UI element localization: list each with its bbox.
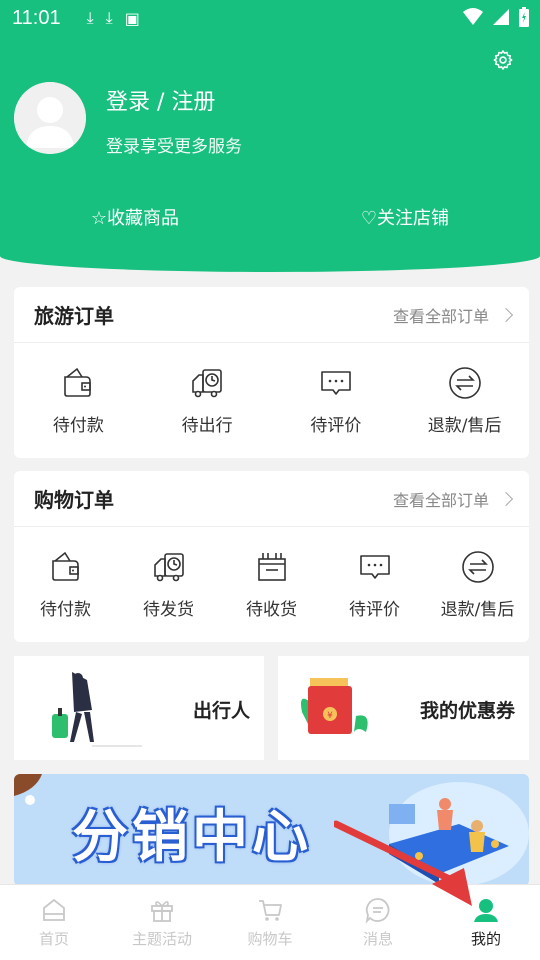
login-register-link[interactable]: 登录 / 注册 (106, 84, 215, 116)
download-icon: ⤓ (86, 8, 94, 27)
nav-home[interactable]: 首页 (0, 885, 108, 960)
nav-label: 主题活动 (131, 930, 192, 948)
order-label: 待评价 (349, 599, 400, 620)
nav-label: 我的 (470, 930, 501, 948)
travel-orders-title: 旅游订单 (34, 304, 114, 328)
battery-icon (519, 7, 529, 27)
banner-title: 分销中心 (72, 805, 312, 870)
status-time: 11:01 (12, 6, 61, 29)
order-label: 待发货 (143, 599, 194, 620)
view-all-label: 查看全部订单 (392, 306, 489, 326)
comment-icon (359, 554, 390, 579)
shopping-orders-title: 购物订单 (34, 488, 114, 512)
signal-icon (493, 9, 509, 25)
favorite-products-button[interactable]: ☆收藏商品 (0, 204, 270, 230)
shopping-view-all-link[interactable]: 查看全部订单 (392, 487, 514, 511)
chevron-right-icon (498, 491, 514, 506)
order-label: 待出行 (181, 415, 233, 436)
order-label: 待评价 (310, 415, 362, 436)
refund-icon (448, 366, 481, 399)
traveler-card[interactable]: 出行人 (14, 656, 264, 760)
gear-icon[interactable] (492, 49, 514, 71)
refund-icon (461, 550, 494, 583)
travel-refund-aftersale[interactable]: 退款/售后 (400, 365, 529, 436)
nav-label: 首页 (38, 930, 69, 948)
nav-label: 购物车 (247, 930, 293, 948)
order-label: 退款/售后 (440, 599, 515, 620)
order-label: 退款/售后 (427, 415, 502, 436)
cart-icon (259, 900, 282, 921)
nav-messages[interactable]: 消息 (324, 885, 432, 960)
view-all-label: 查看全部订单 (392, 490, 489, 510)
travel-pending-payment[interactable]: 待付款 (14, 365, 143, 436)
login-subtitle: 登录享受更多服务 (106, 137, 242, 157)
chevron-right-icon (498, 307, 514, 322)
travel-pending-trip[interactable]: 待出行 (143, 365, 272, 436)
order-label: 待付款 (40, 599, 91, 620)
truck-clock-icon (153, 552, 184, 581)
wallet-icon (51, 551, 79, 581)
followed-shops-button[interactable]: ♡关注店铺 (270, 204, 540, 230)
coupons-card[interactable]: ¥ 我的优惠券 (278, 656, 529, 760)
shopping-pending-review[interactable]: 待评价 (323, 549, 426, 620)
truck-clock-icon (192, 368, 222, 397)
traveler-illustration (52, 672, 142, 747)
gift-icon (151, 901, 173, 922)
travel-view-all-link[interactable]: 查看全部订单 (392, 303, 514, 327)
status-bar: 11:01 ⤓ ⤓ ▣ (0, 0, 540, 36)
download-icon: ⤓ (105, 8, 113, 27)
box-icon (257, 552, 286, 581)
app-notification-icon: ▣ (124, 8, 140, 28)
order-label: 待付款 (52, 415, 104, 436)
travel-orders-card: 旅游订单 查看全部订单 待付款 待出行 待评价 退款/售后 (14, 287, 529, 458)
shopping-pending-payment[interactable]: 待付款 (14, 549, 117, 620)
home-icon (43, 898, 65, 921)
wifi-icon (463, 8, 483, 25)
nav-label: 消息 (362, 930, 393, 948)
travel-pending-review[interactable]: 待评价 (272, 365, 401, 436)
nav-cart[interactable]: 购物车 (216, 885, 324, 960)
red-arrow-annotation (334, 820, 468, 886)
comment-icon (321, 370, 351, 395)
order-label: 待收货 (246, 599, 297, 620)
shopping-pending-receipt[interactable]: 待收货 (220, 549, 323, 620)
red-envelope-icon: ¥ (301, 678, 368, 734)
svg-text:¥: ¥ (327, 711, 333, 721)
traveler-label: 出行人 (192, 700, 250, 722)
banner-corner-decoration (14, 774, 42, 805)
avatar[interactable] (14, 82, 86, 154)
wallet-icon (64, 367, 92, 397)
user-placeholder-icon (14, 82, 86, 154)
shopping-refund-aftersale[interactable]: 退款/售后 (426, 549, 529, 620)
red-arrowhead-annotation (432, 868, 472, 906)
nav-theme-activity[interactable]: 主题活动 (108, 885, 216, 960)
shopping-pending-shipment[interactable]: 待发货 (117, 549, 220, 620)
message-icon (365, 898, 390, 924)
shopping-orders-card: 购物订单 查看全部订单 待付款 待发货 待收货 待评价 退款/售后 (14, 471, 529, 642)
profile-header: 登录 / 注册 登录享受更多服务 ☆收藏商品 ♡关注店铺 (0, 36, 540, 272)
coupons-label: 我的优惠券 (419, 700, 515, 722)
